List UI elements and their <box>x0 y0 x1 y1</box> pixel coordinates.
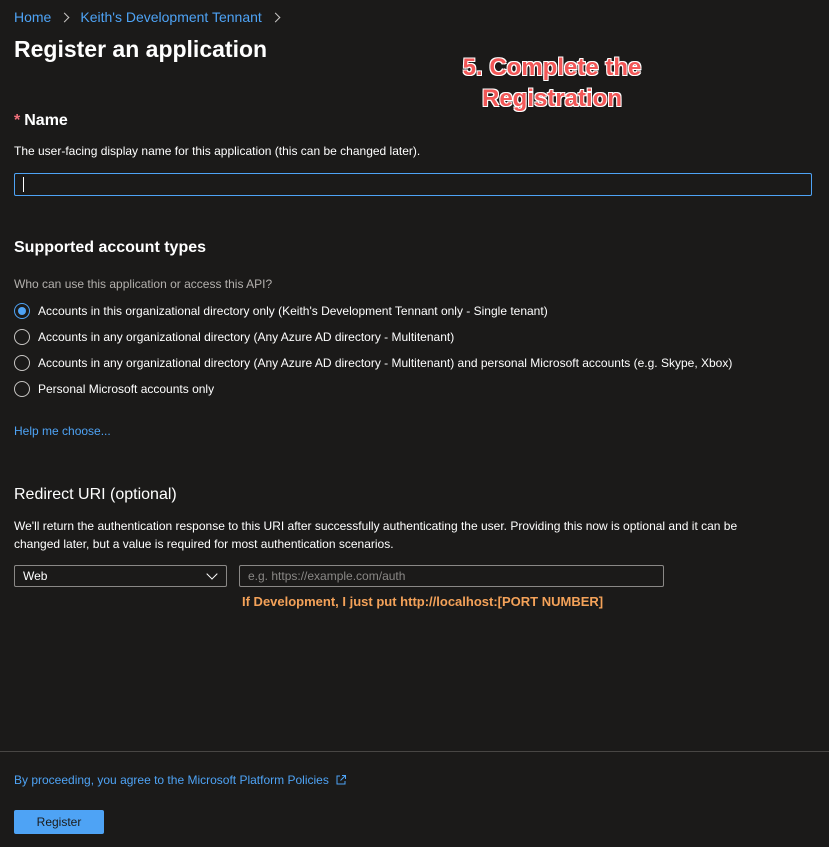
text-cursor <box>23 177 24 192</box>
annotation-line-1: 5. Complete the <box>462 54 642 81</box>
radio-button[interactable] <box>14 381 30 397</box>
platform-policies-link[interactable]: By proceeding, you agree to the Microsof… <box>14 773 329 787</box>
help-me-choose-link[interactable]: Help me choose... <box>14 424 111 438</box>
annotation-line-2: Registration <box>481 85 622 112</box>
breadcrumb-tenant[interactable]: Keith's Development Tennant <box>80 9 261 25</box>
required-marker: * <box>14 112 21 129</box>
annotation-callout: 5. Complete the Registration <box>452 52 652 114</box>
redirect-uri-description: We'll return the authentication response… <box>14 517 819 553</box>
redirect-uri-input[interactable] <box>239 565 664 587</box>
account-types-question: Who can use this application or access t… <box>14 277 273 291</box>
radio-button-checked[interactable] <box>14 303 30 319</box>
account-types-heading: Supported account types <box>14 239 207 256</box>
account-type-option-multitenant-personal[interactable]: Accounts in any organizational directory… <box>14 355 732 371</box>
redirect-description-line-2: changed later, but a value is required f… <box>14 537 394 551</box>
footer-divider <box>0 751 829 752</box>
name-input[interactable] <box>14 173 812 196</box>
account-type-label: Accounts in any organizational directory… <box>38 330 455 344</box>
breadcrumb-home[interactable]: Home <box>14 9 51 25</box>
radio-button[interactable] <box>14 355 30 371</box>
account-type-option-personal[interactable]: Personal Microsoft accounts only <box>14 381 214 397</box>
platform-select-value: Web <box>23 569 48 583</box>
name-description: The user-facing display name for this ap… <box>14 144 421 158</box>
redirect-uri-heading: Redirect URI (optional) <box>14 486 177 503</box>
redirect-description-line-1: We'll return the authentication response… <box>14 519 738 533</box>
register-button[interactable]: Register <box>14 810 104 834</box>
name-label-text: Name <box>24 112 68 129</box>
chevron-right-icon <box>59 12 70 22</box>
account-type-label: Accounts in any organizational directory… <box>38 356 733 370</box>
account-type-option-multitenant[interactable]: Accounts in any organizational directory… <box>14 329 454 345</box>
account-type-label: Accounts in this organizational director… <box>38 304 548 318</box>
policy-link-row[interactable]: By proceeding, you agree to the Microsof… <box>14 773 347 787</box>
chevron-down-icon <box>206 568 218 580</box>
account-type-label: Personal Microsoft accounts only <box>38 382 215 396</box>
platform-select[interactable]: Web <box>14 565 227 587</box>
chevron-right-icon <box>270 12 281 22</box>
annotation-note: If Development, I just put http://localh… <box>242 594 604 609</box>
breadcrumb: Home Keith's Development Tennant <box>14 9 283 25</box>
account-type-option-single-tenant[interactable]: Accounts in this organizational director… <box>14 303 548 319</box>
page-title: Register an application <box>14 36 268 62</box>
name-label: * Name <box>14 112 68 130</box>
radio-button[interactable] <box>14 329 30 345</box>
external-link-icon <box>336 775 346 785</box>
